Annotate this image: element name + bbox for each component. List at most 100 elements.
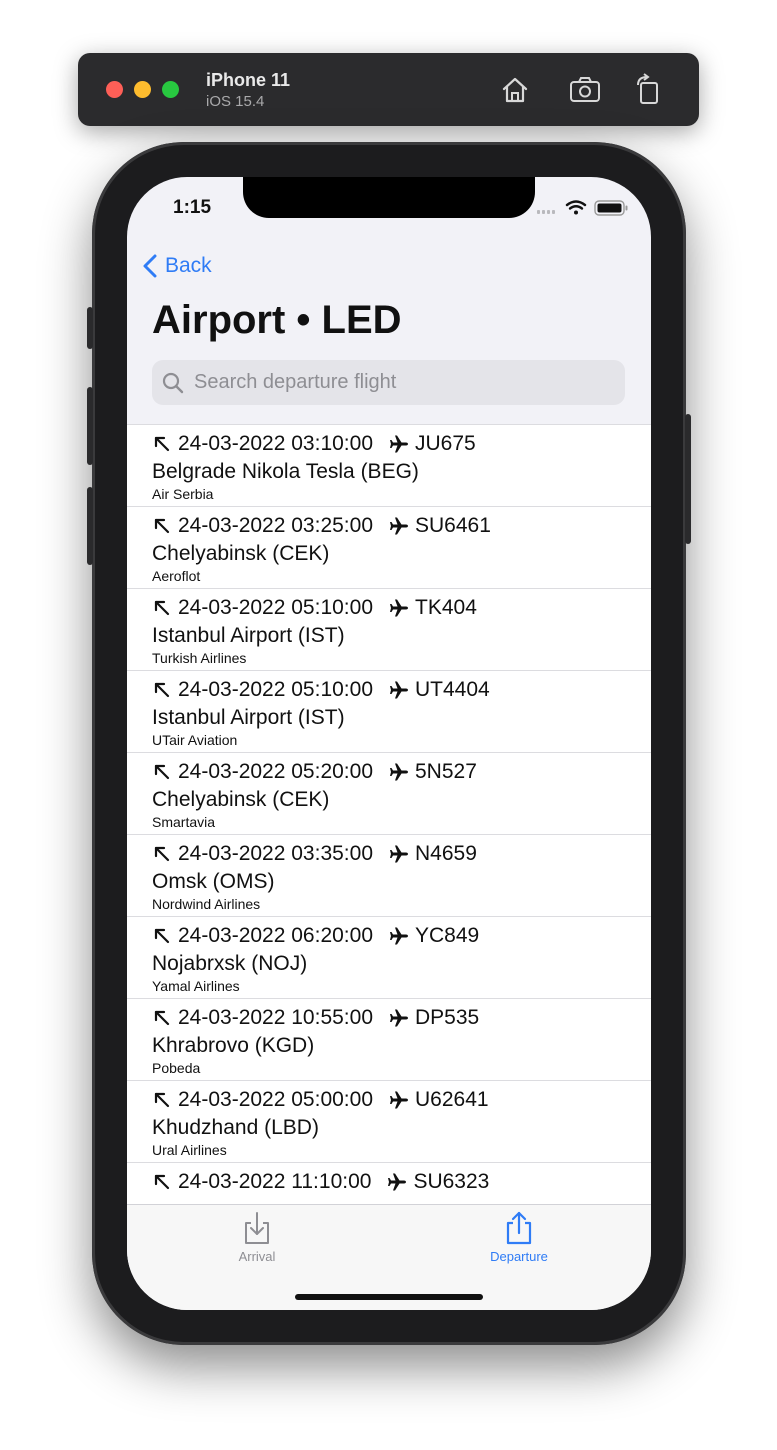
flight-airline: Ural Airlines (152, 1142, 227, 1158)
airplane-icon (390, 599, 408, 617)
flight-info-line: 24-03-2022 05:20:00 5N527 (152, 760, 477, 784)
departure-arrow-icon (154, 928, 170, 944)
airplane-icon (390, 517, 408, 535)
flight-info-line: 24-03-2022 10:55:00 DP535 (152, 1006, 479, 1030)
flight-number: JU675 (415, 432, 476, 455)
close-window-button[interactable] (106, 81, 123, 98)
device-name: iPhone 11 (206, 70, 291, 90)
flight-number: YC849 (415, 924, 480, 947)
tray-arrow-down-icon (245, 1212, 269, 1244)
flight-airline: Smartavia (152, 814, 216, 830)
departure-arrow-icon (154, 1010, 170, 1026)
flight-number: 5N527 (415, 760, 477, 783)
simulator-toolbar: iPhone 11 iOS 15.4 (78, 53, 699, 126)
back-button[interactable]: Back (143, 251, 212, 281)
simulator-stage: iPhone 11 iOS 15.4 1:15 Back Airport • L… (0, 0, 777, 1450)
departure-arrow-icon (154, 600, 170, 616)
departure-arrow-icon (154, 1092, 170, 1108)
flight-datetime: 24-03-2022 03:10:00 (178, 432, 373, 455)
flight-info-line: 24-03-2022 05:10:00 UT4404 (152, 678, 490, 702)
power-button (685, 414, 691, 544)
volume-up-button (87, 387, 93, 465)
flight-destination: Omsk (OMS) (152, 870, 275, 893)
airplane-icon (390, 1009, 408, 1027)
wifi-icon (565, 200, 587, 210)
flight-info-line: 24-03-2022 05:10:00 TK404 (152, 596, 477, 620)
share-arrow-up-icon (506, 1211, 532, 1245)
tab-arrival-label: Arrival (238, 1249, 276, 1264)
flight-list[interactable]: 24-03-2022 03:10:00 JU675 Belgrade Nikola … (127, 424, 651, 1205)
flight-airline: Air Serbia (152, 486, 214, 502)
flight-number: DP535 (415, 1006, 480, 1029)
flight-info-line: 24-03-2022 03:10:00 JU675 (152, 432, 476, 456)
flight-number: UT4404 (415, 678, 490, 701)
flight-airline: Nordwind Airlines (152, 896, 261, 912)
flight-row[interactable]: 24-03-2022 03:25:00 SU6461 Chelyabinsk (CE… (127, 507, 651, 589)
flight-row[interactable]: 24-03-2022 03:35:00 N4659 Omsk (OMS) Nordwi… (127, 835, 651, 917)
tab-departure[interactable]: Departure (449, 1211, 589, 1264)
search-input[interactable] (192, 370, 596, 395)
flight-destination: Khudzhand (LBD) (152, 1116, 319, 1139)
page-title: Airport • LED (152, 298, 402, 342)
rotate-button[interactable] (632, 73, 666, 107)
flight-info-line: 24-03-2022 11:10:00 SU6323 (152, 1170, 489, 1194)
flight-destination: Nojabrxsk (NOJ) (152, 952, 308, 975)
flight-datetime: 24-03-2022 05:00:00 (178, 1088, 373, 1111)
zoom-window-button[interactable] (162, 81, 179, 98)
battery-icon (594, 200, 628, 216)
search-bar[interactable] (152, 360, 625, 405)
departure-arrow-icon (154, 1174, 170, 1190)
chevron-left-icon (143, 254, 157, 278)
tab-arrival[interactable]: Arrival (187, 1211, 327, 1264)
screenshot-button[interactable] (568, 73, 602, 107)
flight-row[interactable]: 24-03-2022 10:55:00 DP535 Khrabrovo (KGD) P… (127, 999, 651, 1081)
airplane-icon (390, 927, 408, 945)
airplane-icon (388, 1173, 407, 1191)
search-icon (162, 372, 184, 393)
flight-airline: UTair Aviation (152, 732, 238, 748)
cellular-signal-icon (537, 210, 555, 214)
departure-arrow-icon (154, 764, 170, 780)
flight-datetime: 24-03-2022 05:10:00 (178, 596, 373, 619)
flight-row[interactable]: 24-03-2022 05:10:00 TK404 Istanbul Airport… (127, 589, 651, 671)
departure-arrow-icon (154, 846, 170, 862)
tab-departure-label: Departure (490, 1249, 548, 1264)
flight-destination: Istanbul Airport (IST) (152, 706, 345, 729)
airplane-icon (390, 845, 408, 863)
phone-screen: 1:15 Back Airport • LED Search departure… (127, 177, 651, 1310)
flight-row[interactable]: 24-03-2022 05:10:00 UT4404 Istanbul Airpor… (127, 671, 651, 753)
flight-row[interactable]: 24-03-2022 11:10:00 SU6323 (127, 1163, 651, 1205)
airplane-icon (390, 435, 408, 453)
home-indicator (295, 1294, 483, 1300)
airplane-icon (390, 681, 408, 699)
flight-info-line: 24-03-2022 03:25:00 SU6461 (152, 514, 491, 538)
flight-datetime: 24-03-2022 03:25:00 (178, 514, 373, 537)
flight-datetime: 24-03-2022 05:20:00 (178, 760, 373, 783)
departure-arrow-icon (154, 436, 170, 452)
flight-number: SU6461 (415, 514, 491, 537)
os-version: iOS 15.4 (206, 93, 265, 110)
minimize-window-button[interactable] (134, 81, 151, 98)
tab-bar: Arrival Departure (127, 1204, 651, 1310)
flight-info-line: 24-03-2022 05:00:00 U62641 (152, 1088, 489, 1112)
departure-arrow-icon (154, 682, 170, 698)
flight-destination: Chelyabinsk (CEK) (152, 788, 330, 811)
flight-row[interactable]: 24-03-2022 06:20:00 YC849 Nojabrxsk (NOJ) Y… (127, 917, 651, 999)
flight-datetime: 24-03-2022 10:55:00 (178, 1006, 373, 1029)
flight-info-line: 24-03-2022 03:35:00 N4659 (152, 842, 477, 866)
flight-row[interactable]: 24-03-2022 05:20:00 5N527 Chelyabinsk (CEK… (127, 753, 651, 835)
volume-down-button (87, 487, 93, 565)
back-label: Back (165, 254, 212, 277)
flight-row[interactable]: 24-03-2022 05:00:00 U62641 Khudzhand (LBD)… (127, 1081, 651, 1163)
flight-row[interactable]: 24-03-2022 03:10:00 JU675 Belgrade Nikola … (127, 425, 651, 507)
flight-number: U62641 (415, 1088, 489, 1111)
home-button[interactable] (498, 73, 532, 107)
flight-datetime: 24-03-2022 05:10:00 (178, 678, 373, 701)
status-icons (537, 200, 628, 216)
flight-number: N4659 (415, 842, 477, 865)
mute-switch (87, 307, 93, 349)
flight-airline: Aeroflot (152, 568, 201, 584)
flight-airline: Turkish Airlines (152, 650, 247, 666)
rotate-icon (637, 73, 658, 104)
flight-destination: Khrabrovo (KGD) (152, 1034, 315, 1057)
